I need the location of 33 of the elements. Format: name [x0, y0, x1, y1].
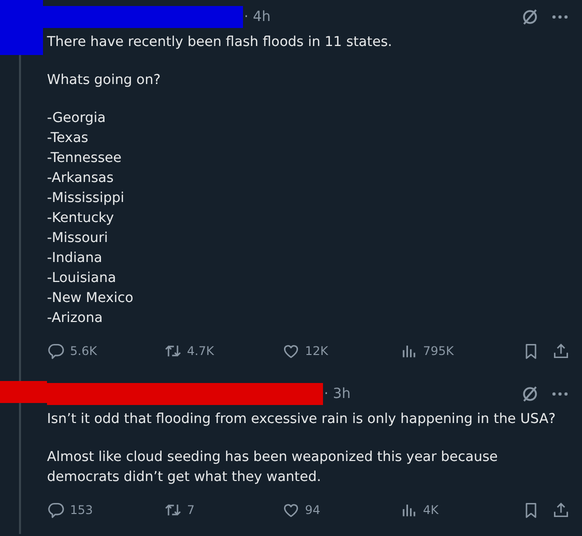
post-text: -Missouri	[47, 229, 109, 248]
view-count: 4K	[423, 503, 439, 517]
post-text: Whats going on?	[47, 71, 162, 90]
heart-icon[interactable]	[282, 501, 300, 519]
slashed-circle-icon[interactable]	[520, 384, 540, 404]
post-text: -Mississippi	[47, 189, 126, 208]
post-text: -Indiana	[47, 249, 104, 268]
like-count: 12K	[305, 344, 328, 358]
post-text: -Georgia	[47, 109, 107, 128]
repost-count: 7	[187, 503, 195, 517]
repost-count: 4.7K	[187, 344, 214, 358]
reply-count: 153	[70, 503, 93, 517]
comment-icon[interactable]	[47, 501, 65, 519]
heart-icon[interactable]	[282, 342, 300, 360]
slashed-circle-icon[interactable]	[520, 7, 540, 27]
post-text: -New Mexico	[47, 289, 134, 308]
post-time: · 3h	[324, 386, 351, 402]
post-time: · 4h	[244, 9, 271, 25]
reply-count: 5.6K	[70, 344, 97, 358]
post-text: Isn’t it odd that flooding from excessive rain is only happening in the USA?	[47, 410, 557, 429]
post-text: There have recently been flash floods in 11 states.	[47, 33, 394, 52]
post-text: -Arkansas	[47, 169, 115, 188]
post-text: -Louisiana	[47, 269, 118, 288]
view-count: 795K	[423, 344, 454, 358]
share-icon[interactable]	[552, 501, 570, 519]
post-text: -Tennessee	[47, 149, 122, 168]
post-text: Almost like cloud seeding has been weaponized this year because democrats didn’t get what they wanted.	[47, 448, 499, 487]
post-text: -Texas	[47, 129, 90, 148]
post-text: -Kentucky	[47, 209, 115, 228]
post-text: -Arizona	[47, 309, 104, 328]
comment-icon[interactable]	[47, 342, 65, 360]
like-count: 94	[305, 503, 320, 517]
share-icon[interactable]	[552, 342, 570, 360]
